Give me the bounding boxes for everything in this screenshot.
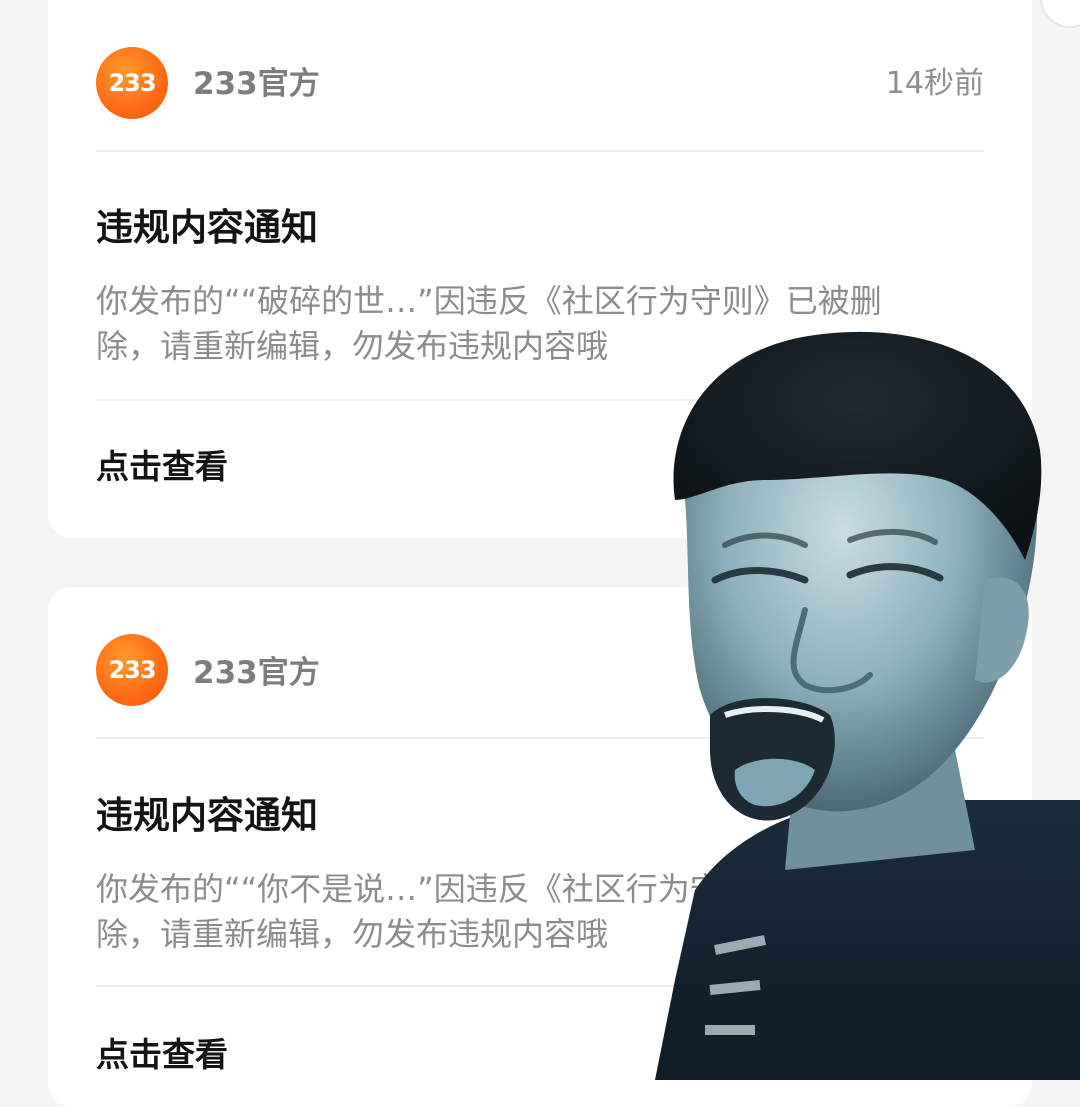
notification-title: 违规内容通知 xyxy=(96,206,318,249)
233-logo-icon: 233 xyxy=(96,634,168,706)
notification-title: 违规内容通知 xyxy=(96,794,318,837)
notification-body-line: 你发布的““破碎的世…”因违反《社区行为守则》已被删 xyxy=(96,282,882,320)
divider xyxy=(96,150,984,152)
crying-man-meme-icon xyxy=(655,330,1080,1080)
233-logo-icon: 233 xyxy=(96,47,168,119)
corner-round-button[interactable] xyxy=(1040,0,1080,28)
sender-name: 233官方 xyxy=(193,66,320,102)
timestamp: 14秒前 xyxy=(885,66,984,101)
view-details-link[interactable]: 点击查看 xyxy=(96,1033,228,1077)
sender-name: 233官方 xyxy=(193,655,320,691)
view-details-link[interactable]: 点击查看 xyxy=(96,445,228,489)
